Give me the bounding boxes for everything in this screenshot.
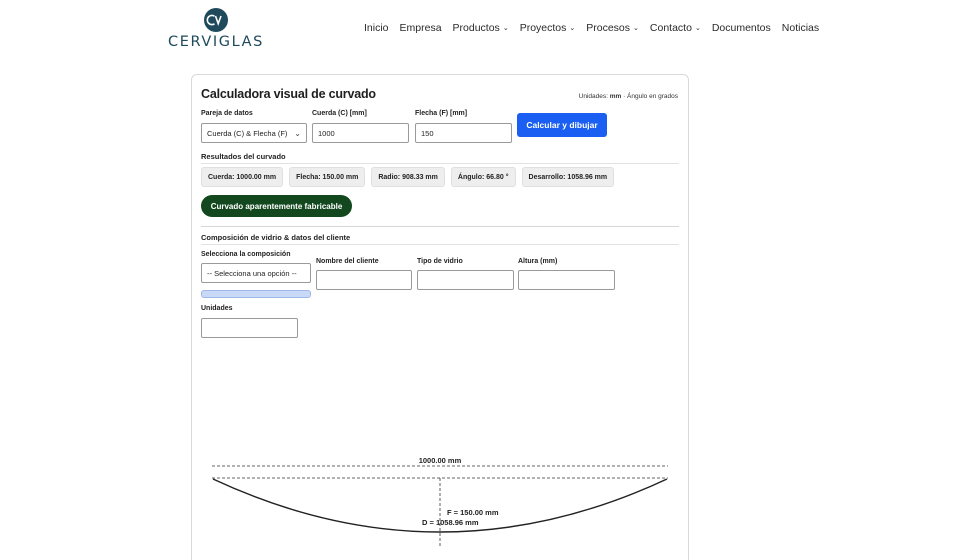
nav-item-label: Noticias bbox=[781, 22, 820, 34]
results-pills: Cuerda: 1000.00 mm Flecha: 150.00 mm Rad… bbox=[201, 167, 615, 187]
composition-progress-bar bbox=[201, 290, 311, 298]
nav-item-procesos[interactable]: Procesos ⌄ bbox=[586, 22, 639, 34]
nav-item-inicio[interactable]: Inicio bbox=[364, 22, 389, 34]
nav-item-empresa[interactable]: Empresa bbox=[400, 22, 442, 34]
brand-logo[interactable]: CERVIGLAS bbox=[164, 8, 268, 52]
client-label: Nombre del cliente bbox=[316, 258, 379, 265]
sag-input-value: 150 bbox=[421, 128, 434, 138]
nav-item-label: Proyectos bbox=[519, 22, 567, 34]
sag-dimension-label: F = 150.00 mm bbox=[447, 508, 499, 517]
height-label: Altura (mm) bbox=[518, 258, 558, 265]
brand-name: CERVIGLAS bbox=[168, 34, 264, 50]
composition-title: Composición de vidrio & datos del client… bbox=[201, 233, 351, 242]
cv-logo-icon bbox=[204, 8, 228, 32]
status-badge: Curvado aparentemente fabricable bbox=[201, 195, 352, 217]
chevron-down-icon: ⌄ bbox=[569, 25, 576, 32]
glass-type-label: Tipo de vidrio bbox=[417, 258, 463, 265]
height-input[interactable] bbox=[518, 270, 615, 290]
result-development: Desarrollo: 1058.96 mm bbox=[521, 167, 615, 187]
main-nav: Inicio Empresa Productos ⌄ Proyectos ⌄ Pro… bbox=[364, 22, 830, 34]
result-chord: Cuerda: 1000.00 mm bbox=[201, 167, 284, 187]
nav-item-documentos[interactable]: Documentos bbox=[712, 22, 771, 34]
divider bbox=[201, 244, 679, 245]
units-input[interactable] bbox=[201, 318, 298, 338]
divider bbox=[201, 226, 679, 227]
units-note: Unidades: mm · Ángulo en grados bbox=[579, 93, 678, 100]
development-label: D = 1058.96 mm bbox=[422, 518, 479, 527]
nav-item-label: Inicio bbox=[364, 22, 389, 34]
units-prefix: Unidades: bbox=[578, 93, 610, 100]
calculator-card: Calculadora visual de curvado Unidades: … bbox=[191, 74, 689, 560]
units-value: mm bbox=[609, 93, 622, 100]
result-radius: Radio: 908.33 mm bbox=[371, 167, 445, 187]
glass-type-input[interactable] bbox=[417, 270, 514, 290]
sag-input[interactable]: 150 bbox=[415, 123, 512, 143]
nav-item-label: Productos bbox=[452, 22, 500, 34]
nav-item-label: Procesos bbox=[586, 22, 631, 34]
chevron-down-icon: ⌄ bbox=[294, 129, 301, 138]
results-title: Resultados del curvado bbox=[201, 152, 286, 161]
chevron-down-icon: ⌄ bbox=[694, 25, 701, 32]
nav-item-label: Empresa bbox=[399, 22, 442, 34]
page-title: Calculadora visual de curvado bbox=[201, 87, 376, 101]
composition-select[interactable]: -- Selecciona una opción -- bbox=[201, 263, 311, 283]
units-suffix: · Ángulo en grados bbox=[621, 93, 678, 100]
pair-label: Pareja de datos bbox=[201, 110, 253, 117]
chevron-down-icon: ⌄ bbox=[633, 25, 639, 32]
composition-select-label: Selecciona la composición bbox=[201, 251, 291, 258]
pair-select-value: Cuerda (C) & Flecha (F) bbox=[207, 128, 288, 138]
result-angle: Ángulo: 66.80 ° bbox=[450, 167, 516, 187]
nav-item-productos[interactable]: Productos ⌄ bbox=[453, 22, 509, 34]
units-label: Unidades bbox=[201, 305, 233, 312]
chord-input[interactable]: 1000 bbox=[312, 123, 409, 143]
nav-item-proyectos[interactable]: Proyectos ⌄ bbox=[520, 22, 576, 34]
chevron-down-icon: ⌄ bbox=[502, 25, 509, 32]
nav-item-label: Contacto bbox=[649, 22, 692, 34]
client-name-input[interactable] bbox=[316, 270, 412, 290]
nav-item-contacto[interactable]: Contacto ⌄ bbox=[650, 22, 701, 34]
chord-input-value: 1000 bbox=[318, 128, 335, 138]
calculate-button[interactable]: Calcular y dibujar bbox=[517, 113, 607, 137]
divider bbox=[201, 163, 679, 164]
pair-select[interactable]: Cuerda (C) & Flecha (F) ⌄ bbox=[201, 123, 307, 143]
chord-dimension-label: 1000.00 mm bbox=[419, 456, 462, 465]
nav-item-noticias[interactable]: Noticias bbox=[782, 22, 819, 34]
sag-label: Flecha (F) [mm] bbox=[415, 110, 468, 117]
composition-select-value: -- Selecciona una opción -- bbox=[207, 268, 297, 278]
result-sag: Flecha: 150.00 mm bbox=[289, 167, 366, 187]
nav-item-label: Documentos bbox=[711, 22, 771, 34]
chord-label: Cuerda (C) [mm] bbox=[312, 110, 367, 117]
bend-drawing: 1000.00 mm F = 150.00 mm D = 1058.96 mm bbox=[192, 449, 690, 560]
